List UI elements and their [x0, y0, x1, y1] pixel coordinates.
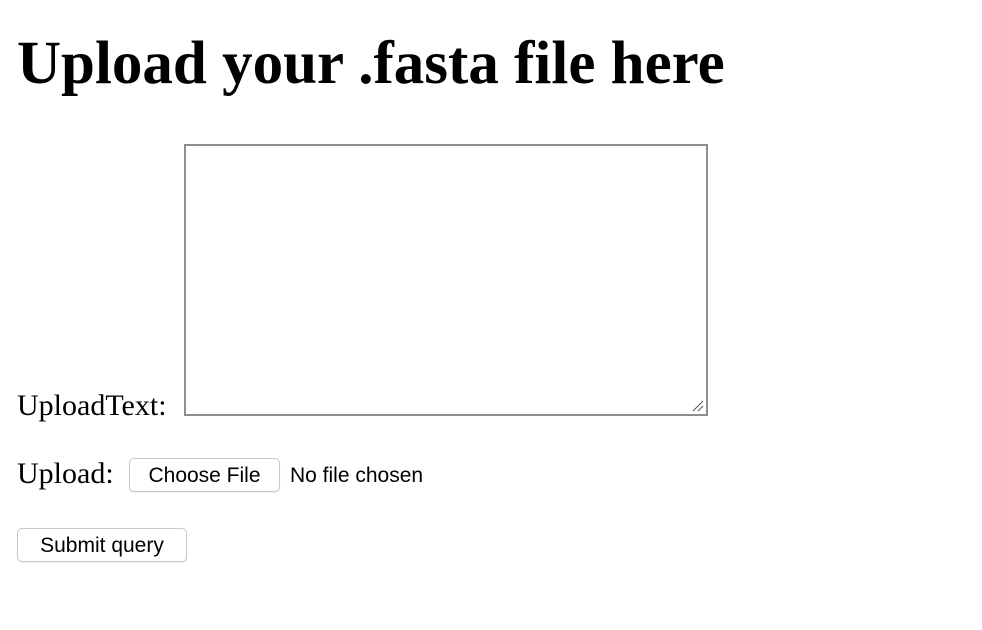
upload-textarea[interactable] [184, 144, 708, 416]
choose-file-button[interactable]: Choose File [129, 458, 280, 492]
submit-query-button[interactable]: Submit query [17, 528, 187, 562]
upload-page: Upload your .fasta file here UploadText:… [0, 0, 982, 630]
page-title: Upload your .fasta file here [17, 30, 725, 97]
upload-file-label: Upload: [17, 457, 114, 490]
file-status-text: No file chosen [290, 464, 424, 487]
upload-text-label: UploadText: [17, 389, 167, 422]
resize-grip-icon[interactable] [690, 398, 704, 412]
